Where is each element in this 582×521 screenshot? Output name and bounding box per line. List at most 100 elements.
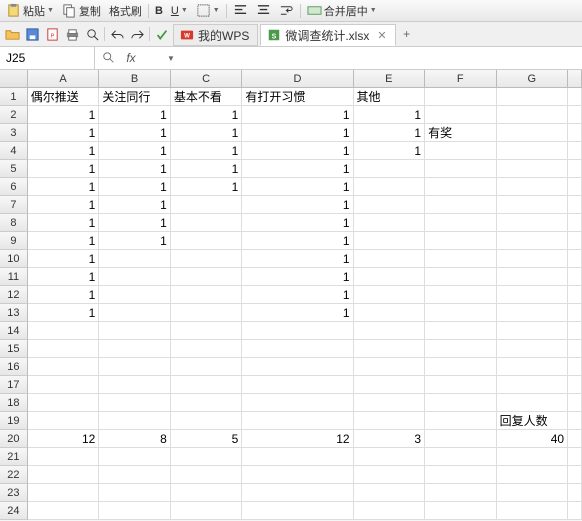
cell-C5[interactable]: 1 xyxy=(171,160,243,178)
cell-A10[interactable]: 1 xyxy=(28,250,100,268)
row-head-5[interactable]: 5 xyxy=(0,160,28,178)
cell-C11[interactable] xyxy=(171,268,243,286)
cell-B22[interactable] xyxy=(99,466,171,484)
cell-C23[interactable] xyxy=(171,484,243,502)
cell-D17[interactable] xyxy=(242,376,353,394)
cell-edge[interactable] xyxy=(568,178,582,196)
cell-G13[interactable] xyxy=(497,304,569,322)
fx-button[interactable]: fx xyxy=(121,49,141,67)
cell-E22[interactable] xyxy=(354,466,426,484)
cell-edge[interactable] xyxy=(568,88,582,106)
cell-G7[interactable] xyxy=(497,196,569,214)
cell-edge[interactable] xyxy=(568,286,582,304)
cell-G11[interactable] xyxy=(497,268,569,286)
row-head-17[interactable]: 17 xyxy=(0,376,28,394)
row-head-15[interactable]: 15 xyxy=(0,340,28,358)
cell-B18[interactable] xyxy=(99,394,171,412)
cell-A13[interactable]: 1 xyxy=(28,304,100,322)
wrap-button[interactable] xyxy=(277,3,296,18)
cell-E12[interactable] xyxy=(354,286,426,304)
check-button[interactable] xyxy=(152,22,172,47)
cell-C8[interactable] xyxy=(171,214,243,232)
cell-A6[interactable]: 1 xyxy=(28,178,100,196)
cell-D1[interactable]: 有打开习惯 xyxy=(242,88,353,106)
cell-E13[interactable] xyxy=(354,304,426,322)
cell-B23[interactable] xyxy=(99,484,171,502)
cell-F9[interactable] xyxy=(425,232,497,250)
cell-edge[interactable] xyxy=(568,448,582,466)
cell-C14[interactable] xyxy=(171,322,243,340)
select-all-corner[interactable] xyxy=(0,70,28,88)
cell-E2[interactable]: 1 xyxy=(354,106,426,124)
cell-D9[interactable]: 1 xyxy=(242,232,353,250)
cell-A18[interactable] xyxy=(28,394,100,412)
cell-A22[interactable] xyxy=(28,466,100,484)
row-head-12[interactable]: 12 xyxy=(0,286,28,304)
cell-E1[interactable]: 其他 xyxy=(354,88,426,106)
cell-E24[interactable] xyxy=(354,502,426,520)
name-box[interactable]: ▼ xyxy=(0,47,95,69)
bold-button[interactable]: B xyxy=(153,5,165,17)
row-head-4[interactable]: 4 xyxy=(0,142,28,160)
cell-F14[interactable] xyxy=(425,322,497,340)
cell-F22[interactable] xyxy=(425,466,497,484)
row-head-23[interactable]: 23 xyxy=(0,484,28,502)
col-head-A[interactable]: A xyxy=(28,70,100,88)
cell-edge[interactable] xyxy=(568,124,582,142)
cell-F1[interactable] xyxy=(425,88,497,106)
tab-wps-home[interactable]: W 我的WPS xyxy=(173,24,258,46)
cell-edge[interactable] xyxy=(568,430,582,448)
cell-E14[interactable] xyxy=(354,322,426,340)
cell-E16[interactable] xyxy=(354,358,426,376)
cell-E21[interactable] xyxy=(354,448,426,466)
cell-edge[interactable] xyxy=(568,214,582,232)
border-button[interactable]: ▼ xyxy=(194,3,222,18)
cell-G15[interactable] xyxy=(497,340,569,358)
cell-C24[interactable] xyxy=(171,502,243,520)
align-center-button[interactable] xyxy=(254,3,273,18)
cell-C18[interactable] xyxy=(171,394,243,412)
cell-B4[interactable]: 1 xyxy=(99,142,171,160)
cell-E10[interactable] xyxy=(354,250,426,268)
cell-edge[interactable] xyxy=(568,268,582,286)
cell-C12[interactable] xyxy=(171,286,243,304)
cell-F23[interactable] xyxy=(425,484,497,502)
cell-D16[interactable] xyxy=(242,358,353,376)
cell-F13[interactable] xyxy=(425,304,497,322)
row-head-13[interactable]: 13 xyxy=(0,304,28,322)
cell-G17[interactable] xyxy=(497,376,569,394)
col-head-F[interactable]: F xyxy=(425,70,497,88)
cell-D21[interactable] xyxy=(242,448,353,466)
cell-D6[interactable]: 1 xyxy=(242,178,353,196)
cell-C13[interactable] xyxy=(171,304,243,322)
cell-F11[interactable] xyxy=(425,268,497,286)
cell-A1[interactable]: 偶尔推送 xyxy=(28,88,100,106)
cell-C17[interactable] xyxy=(171,376,243,394)
cell-D24[interactable] xyxy=(242,502,353,520)
cell-F20[interactable] xyxy=(425,430,497,448)
cell-B15[interactable] xyxy=(99,340,171,358)
cell-A20[interactable]: 12 xyxy=(28,430,100,448)
cell-F24[interactable] xyxy=(425,502,497,520)
tab-document[interactable]: S 微调查统计.xlsx ✕ xyxy=(260,24,395,46)
cell-D19[interactable] xyxy=(242,412,353,430)
cell-D22[interactable] xyxy=(242,466,353,484)
cell-B3[interactable]: 1 xyxy=(99,124,171,142)
merge-center-button[interactable]: 合并居中 ▼ xyxy=(305,3,379,19)
cell-C15[interactable] xyxy=(171,340,243,358)
cell-C1[interactable]: 基本不看 xyxy=(171,88,243,106)
cell-E7[interactable] xyxy=(354,196,426,214)
cell-edge[interactable] xyxy=(568,358,582,376)
cell-F7[interactable] xyxy=(425,196,497,214)
align-button[interactable] xyxy=(231,3,250,18)
cell-C16[interactable] xyxy=(171,358,243,376)
cell-A2[interactable]: 1 xyxy=(28,106,100,124)
cell-F21[interactable] xyxy=(425,448,497,466)
cell-A5[interactable]: 1 xyxy=(28,160,100,178)
row-head-3[interactable]: 3 xyxy=(0,124,28,142)
pdf-button[interactable]: P xyxy=(42,22,62,47)
underline-button[interactable]: U▼ xyxy=(169,5,190,17)
cell-G9[interactable] xyxy=(497,232,569,250)
col-head-edge[interactable] xyxy=(568,70,582,88)
cell-edge[interactable] xyxy=(568,394,582,412)
